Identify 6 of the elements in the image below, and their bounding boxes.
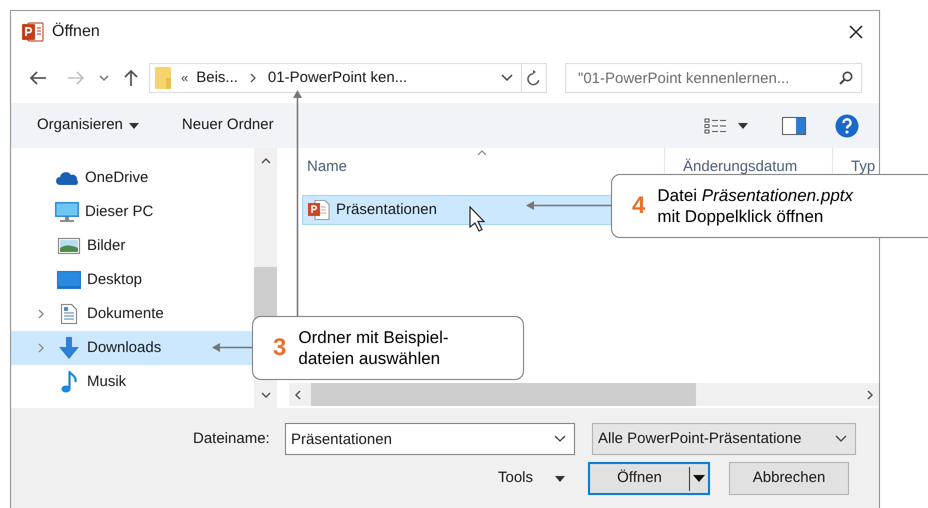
filename-label: Dateiname:	[193, 428, 271, 449]
step-number: 4	[632, 191, 646, 221]
step-number: 3	[273, 333, 286, 363]
window-title: Öffnen	[52, 22, 100, 42]
callout-text: Datei Präsentationen.pptx mit Doppelklick öffnen	[657, 185, 853, 227]
callout-text: Ordner mit Beispiel- dateien auswählen	[298, 327, 449, 369]
